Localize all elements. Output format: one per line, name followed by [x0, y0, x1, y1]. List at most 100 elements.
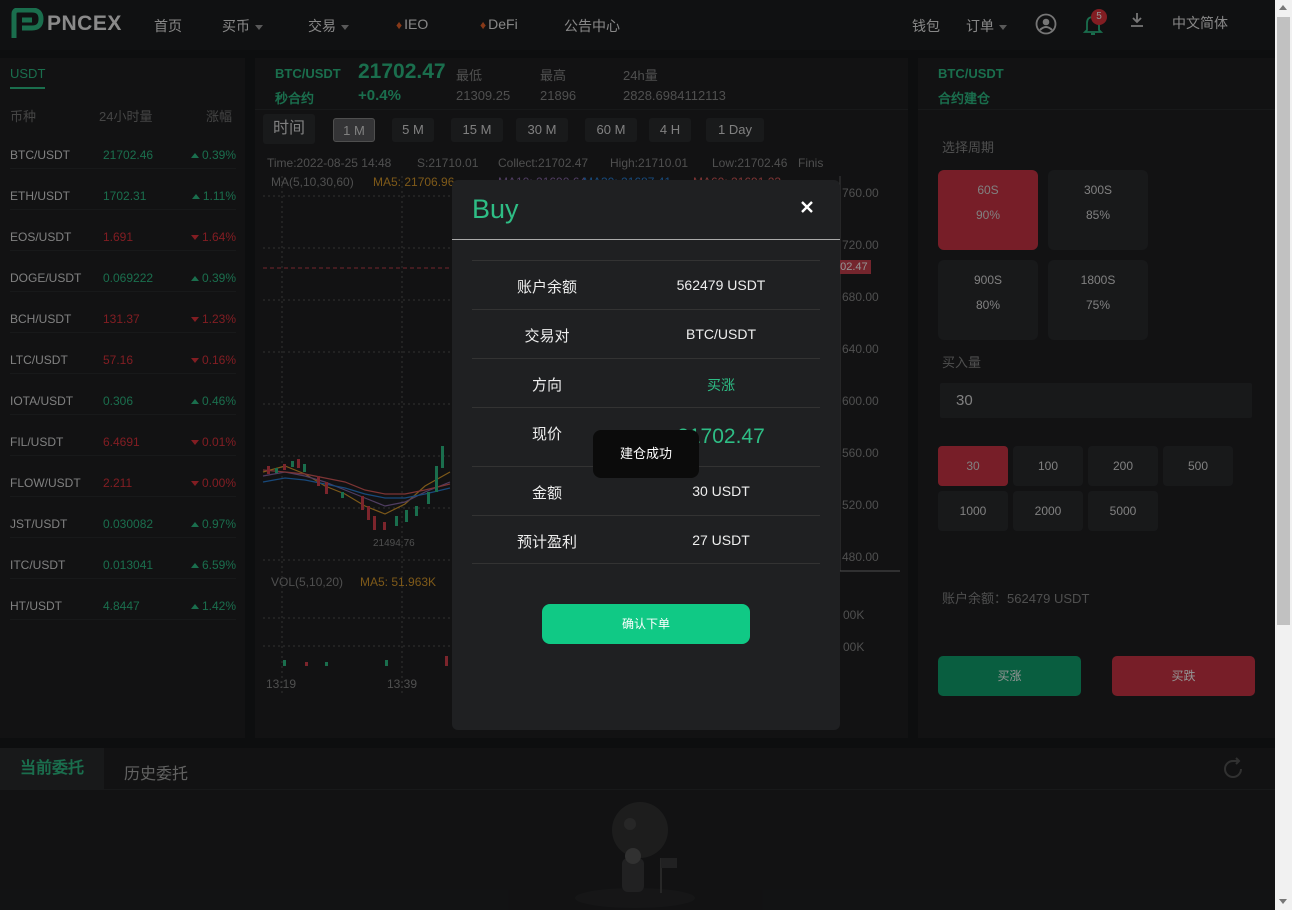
- modal-value: 30 USDT: [692, 483, 750, 499]
- price-axis-label: 760.00: [842, 186, 879, 200]
- nav-buy-coin-label: 买币: [222, 18, 250, 34]
- amount-option[interactable]: 30: [938, 446, 1008, 486]
- scroll-up-arrow-icon[interactable]: [1279, 5, 1287, 10]
- modal-value: BTC/USDT: [686, 326, 756, 342]
- scrollbar-thumb[interactable]: [1277, 17, 1290, 625]
- price-axis-label: 600.00: [842, 394, 879, 408]
- timeframe-option[interactable]: 1 M: [333, 118, 375, 142]
- period-option-60s[interactable]: 60S 90%: [938, 170, 1038, 250]
- nav-buy-coin[interactable]: 买币: [222, 16, 263, 36]
- market-change-value: 0.97%: [201, 517, 236, 531]
- page-scrollbar[interactable]: [1275, 0, 1292, 910]
- ticker-price: 21702.47: [358, 60, 446, 83]
- divider: [0, 789, 1275, 790]
- nav-orders-label: 订单: [966, 18, 994, 34]
- notification-badge: 5: [1091, 9, 1107, 25]
- scroll-down-arrow-icon[interactable]: [1279, 899, 1287, 904]
- chevron-down-icon: [255, 24, 263, 30]
- nav-trade[interactable]: 交易: [308, 16, 349, 36]
- market-row[interactable]: ETH/USDT 1702.31 1.11%: [10, 169, 236, 210]
- market-row[interactable]: ITC/USDT 0.013041 6.59%: [10, 538, 236, 579]
- timeframe-option[interactable]: 4 H: [649, 118, 691, 142]
- nav-home[interactable]: 首页: [154, 16, 182, 36]
- timeframe-option[interactable]: 30 M: [516, 118, 568, 142]
- market-row[interactable]: BTC/USDT 21702.46 0.39%: [10, 128, 236, 169]
- market-row[interactable]: EOS/USDT 1.691 1.64%: [10, 210, 236, 251]
- volume-ma5: MA5: 51.963K: [360, 575, 437, 589]
- volume-axis-label: 00K: [843, 640, 865, 654]
- market-row[interactable]: FIL/USDT 6.4691 0.01%: [10, 415, 236, 456]
- amount-option[interactable]: 500: [1163, 446, 1233, 486]
- language-selector[interactable]: 中文简体: [1172, 13, 1228, 33]
- tab-usdt[interactable]: USDT: [10, 66, 45, 81]
- nav-ieo-label: IEO: [404, 16, 429, 32]
- market-price: 0.306: [103, 394, 134, 408]
- market-symbol: BTC/USDT: [10, 148, 70, 162]
- market-row[interactable]: FLOW/USDT 2.211 0.00%: [10, 456, 236, 497]
- time-axis-label: 13:19: [266, 677, 297, 691]
- amount-option[interactable]: 2000: [1013, 491, 1083, 531]
- market-row[interactable]: DOGE/USDT 0.069222 0.39%: [10, 251, 236, 292]
- market-row[interactable]: HT/USDT 4.8447 1.42%: [10, 579, 236, 620]
- header-volume: 24小时量: [99, 109, 153, 124]
- tab-current-orders[interactable]: 当前委托: [0, 748, 104, 789]
- modal-row-direction: 方向 买涨: [472, 358, 820, 407]
- timeframe-option[interactable]: 60 M: [585, 118, 637, 142]
- order-subtitle: 合约建仓: [938, 91, 991, 106]
- period-option-900s[interactable]: 900S 80%: [938, 260, 1038, 340]
- amount-option[interactable]: 1000: [938, 491, 1008, 531]
- nav-ieo[interactable]: ♦ IEO: [396, 16, 428, 32]
- period-time: 900S: [973, 273, 1003, 287]
- market-row[interactable]: JST/USDT 0.030082 0.97%: [10, 497, 236, 538]
- market-change-value: 0.16%: [201, 353, 236, 367]
- market-row[interactable]: IOTA/USDT 0.306 0.46%: [10, 374, 236, 415]
- confirm-order-button[interactable]: 确认下单: [542, 604, 750, 644]
- market-change: 1.64%: [190, 230, 236, 244]
- modal-row-balance: 账户余额 562479 USDT: [472, 260, 820, 309]
- market-price: 1.691: [103, 230, 134, 244]
- timeframe-option[interactable]: 1 Day: [706, 118, 764, 142]
- nav-defi-label: DeFi: [488, 16, 518, 32]
- period-rate: 90%: [975, 208, 1001, 222]
- close-icon[interactable]: [800, 200, 814, 214]
- modal-row-profit: 预计盈利 27 USDT: [472, 515, 820, 564]
- market-change-value: 1.64%: [201, 230, 236, 244]
- modal-header: Buy: [452, 180, 840, 240]
- price-axis-label: 560.00: [842, 446, 879, 460]
- period-rate: 80%: [975, 298, 1001, 312]
- chart-close: Collect:21702.47: [498, 156, 589, 170]
- amount-input[interactable]: 30: [940, 383, 1252, 418]
- nav-announcements[interactable]: 公告中心: [564, 16, 620, 36]
- refresh-icon[interactable]: [1221, 757, 1245, 781]
- timeframe-option[interactable]: 5 M: [392, 118, 434, 142]
- arrow-up-icon: [190, 604, 199, 610]
- buy-down-button[interactable]: 买跌: [1112, 656, 1255, 696]
- ticker-change: +0.4%: [358, 87, 401, 104]
- market-row[interactable]: LTC/USDT 57.16 0.16%: [10, 333, 236, 374]
- market-change: 0.46%: [190, 394, 236, 408]
- nav-wallet[interactable]: 钱包: [912, 16, 940, 36]
- amount-option[interactable]: 200: [1088, 446, 1158, 486]
- user-icon[interactable]: [1035, 13, 1057, 35]
- download-icon[interactable]: [1130, 12, 1144, 28]
- period-option-300s[interactable]: 300S 85%: [1048, 170, 1148, 250]
- header-change: 涨幅: [206, 109, 233, 124]
- period-option-1800s[interactable]: 1800S 75%: [1048, 260, 1148, 340]
- nav-orders[interactable]: 订单: [966, 16, 1007, 36]
- amount-option[interactable]: 5000: [1088, 491, 1158, 531]
- market-row[interactable]: BCH/USDT 131.37 1.23%: [10, 292, 236, 333]
- logo[interactable]: PNCEX: [10, 8, 122, 40]
- market-change: 0.16%: [190, 353, 236, 367]
- ticker-pair: BTC/USDT: [275, 66, 341, 81]
- market-price: 131.37: [103, 312, 140, 326]
- buy-up-button[interactable]: 买涨: [938, 656, 1081, 696]
- fire-icon: ♦: [396, 18, 403, 32]
- high-label: 最高: [540, 68, 567, 83]
- tab-order-history[interactable]: 历史委托: [124, 760, 188, 784]
- chart-high: High:21710.01: [610, 156, 689, 170]
- nav-defi[interactable]: ♦ DeFi: [480, 16, 518, 32]
- market-change: 1.42%: [190, 599, 236, 613]
- amount-option[interactable]: 100: [1013, 446, 1083, 486]
- timeframe-option[interactable]: 15 M: [451, 118, 503, 142]
- market-price: 21702.46: [103, 148, 154, 162]
